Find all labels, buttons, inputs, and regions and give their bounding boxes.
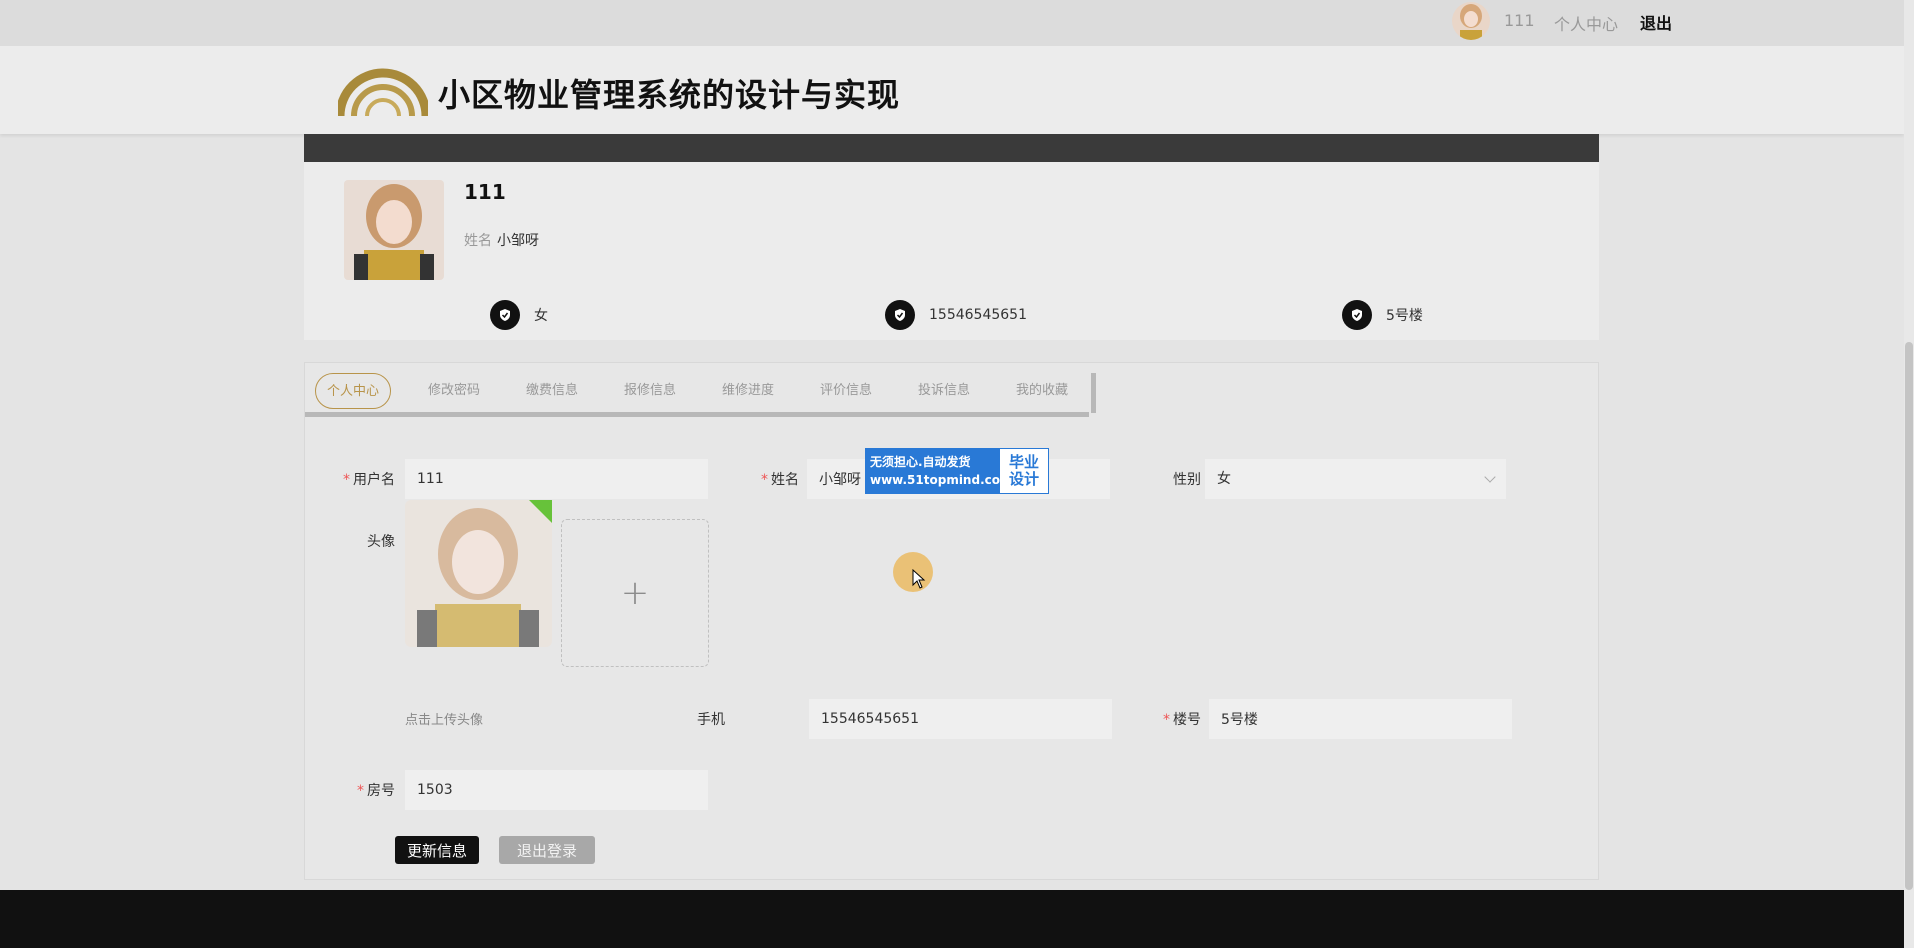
plus-icon: + xyxy=(620,573,650,613)
watermark-badge: 无须担心.自动发货 www.51topmind.com 毕业 设计 xyxy=(865,448,1049,494)
building-info: 5号楼 xyxy=(1342,300,1423,330)
building-label: * 楼号 xyxy=(1163,712,1201,728)
main-panel: 个人中心 修改密码 缴费信息 报修信息 维修进度 评价信息 投诉信息 我的收藏 … xyxy=(304,362,1599,880)
building-field[interactable] xyxy=(1209,699,1512,739)
tab-scrollbar[interactable] xyxy=(305,412,1089,417)
shield-check-icon xyxy=(885,300,915,330)
upload-success-check-icon xyxy=(529,500,552,523)
tab-payment-info[interactable]: 缴费信息 xyxy=(503,373,601,409)
scrollbar-thumb[interactable] xyxy=(1905,342,1913,890)
username-field[interactable] xyxy=(405,459,708,499)
profile-name-label: 姓名 xyxy=(464,233,492,249)
avatar-upload-button[interactable]: + xyxy=(561,519,709,667)
page-scrollbar[interactable] xyxy=(1904,0,1914,948)
tab-review-info[interactable]: 评价信息 xyxy=(797,373,895,409)
tab-personal-center[interactable]: 个人中心 xyxy=(315,373,391,409)
topbar-username: 111 xyxy=(1504,11,1535,30)
room-label: * 房号 xyxy=(357,783,395,799)
tab-repair-progress[interactable]: 维修进度 xyxy=(699,373,797,409)
phone-label: 手机 xyxy=(697,712,725,728)
name-label: * 姓名 xyxy=(761,472,799,488)
watermark-right1: 毕业 xyxy=(1008,453,1039,471)
logout-button[interactable]: 退出登录 xyxy=(499,836,595,864)
logout-link[interactable]: 退出 xyxy=(1640,10,1672,34)
page-footer xyxy=(0,890,1904,948)
profile-username: 111 xyxy=(464,180,506,204)
username-label: * 用户名 xyxy=(343,472,395,488)
top-user-bar: 111 个人中心 退出 xyxy=(0,0,1904,46)
tab-scroll-indicator xyxy=(1091,373,1096,413)
room-field[interactable] xyxy=(405,770,708,810)
mouse-pointer-icon xyxy=(912,569,926,589)
banner-strip xyxy=(304,134,1599,162)
gender-select[interactable]: 女 xyxy=(1205,459,1506,499)
gender-selected-value: 女 xyxy=(1217,471,1231,487)
site-header: 小区物业管理系统的设计与实现 xyxy=(0,46,1904,134)
tab-change-password[interactable]: 修改密码 xyxy=(405,373,503,409)
personal-center-link[interactable]: 个人中心 xyxy=(1554,11,1618,35)
update-info-button[interactable]: 更新信息 xyxy=(395,836,479,864)
gender-label: 性别 xyxy=(1173,472,1201,488)
shield-check-icon xyxy=(1342,300,1372,330)
building-value: 5号楼 xyxy=(1386,308,1423,324)
tab-bar: 个人中心 修改密码 缴费信息 报修信息 维修进度 评价信息 投诉信息 我的收藏 xyxy=(315,373,1091,409)
watermark-line2: www.51topmind.com xyxy=(870,473,1013,487)
watermark-right2: 设计 xyxy=(1008,470,1039,488)
phone-info: 15546545651 xyxy=(885,300,1027,330)
upload-hint: 点击上传头像 xyxy=(405,713,484,728)
profile-card: 111 姓名 小邹呀 女 15546545651 5号楼 xyxy=(304,162,1599,340)
watermark-line1: 无须担心.自动发货 xyxy=(870,455,971,469)
gender-info: 女 xyxy=(490,300,548,330)
site-title: 小区物业管理系统的设计与实现 xyxy=(438,76,901,114)
tab-repair-info[interactable]: 报修信息 xyxy=(601,373,699,409)
tab-complaint-info[interactable]: 投诉信息 xyxy=(895,373,993,409)
logo-icon xyxy=(338,68,428,117)
profile-photo xyxy=(344,180,444,280)
profile-name-value: 小邹呀 xyxy=(497,233,539,249)
tab-my-favorites[interactable]: 我的收藏 xyxy=(993,373,1091,409)
phone-field[interactable] xyxy=(809,699,1112,739)
gender-value: 女 xyxy=(534,308,548,324)
phone-value: 15546545651 xyxy=(929,307,1027,323)
user-avatar[interactable] xyxy=(1452,2,1490,40)
avatar-label: 头像 xyxy=(367,534,395,550)
shield-check-icon xyxy=(490,300,520,330)
